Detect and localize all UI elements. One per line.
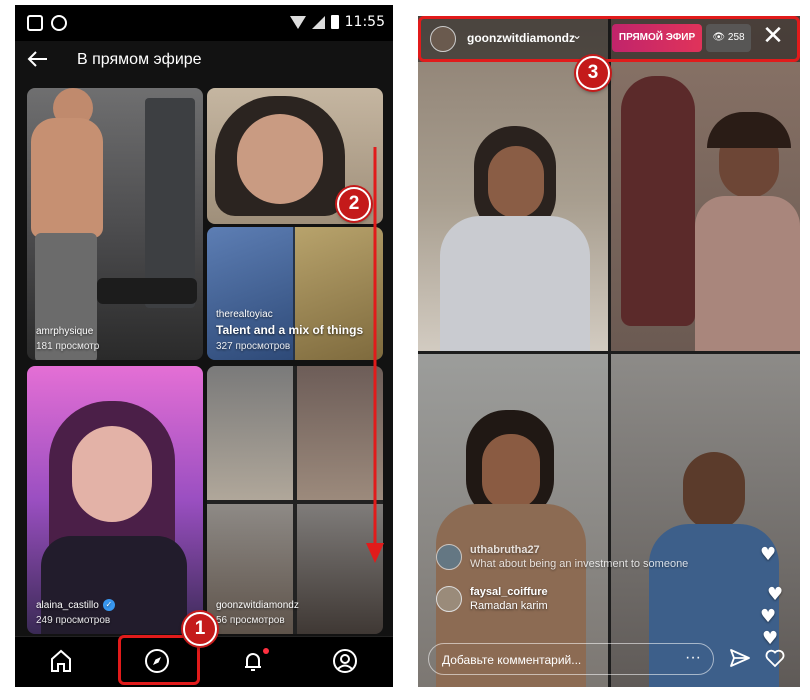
comment-avatar [436, 586, 462, 612]
comment-input[interactable]: Добавьте комментарий... ··· [428, 643, 714, 675]
comment-username: uthabrutha27 [470, 544, 540, 556]
tile-views: 249 просмотров [36, 615, 111, 626]
notification-shazam-icon [51, 15, 67, 31]
tile-username: alaina_castillo ✓ [36, 599, 115, 611]
tile-title: Talent and a mix of things [216, 323, 364, 337]
person-torso [31, 118, 103, 238]
annotation-badge-2: 2 [337, 187, 371, 221]
live-tile-therealtoyiac[interactable]: therealtoyiac Talent and a mix of things… [207, 227, 383, 360]
status-bar: 11:55 [15, 5, 393, 41]
highlight-live-header [418, 16, 800, 62]
person-face [72, 426, 152, 522]
live-tile-alaina-castillo[interactable]: alaina_castillo ✓ 249 просмотров [27, 366, 203, 634]
person-hoodie [440, 216, 590, 351]
wifi-icon [289, 15, 306, 29]
back-arrow-icon[interactable] [25, 46, 53, 76]
floating-heart-icon: ♥ [760, 606, 777, 627]
comment-text: What about being an investment to someon… [470, 558, 689, 570]
comment-item: uthabrutha27 What about being an investm… [436, 544, 688, 570]
person-face [482, 434, 540, 510]
person-2-hair [707, 112, 791, 148]
explore-live-screen: 11:55 В прямом эфире amrphysique 181 про… [15, 5, 393, 687]
floating-heart-icon: ♥ [760, 544, 777, 565]
send-icon[interactable] [728, 646, 752, 670]
tile-views: 181 просмотр [36, 341, 100, 352]
highlight-compass [118, 635, 200, 685]
top-bar: В прямом эфире [15, 41, 393, 81]
video-feed-2 [611, 16, 800, 351]
person-face [237, 114, 323, 204]
comment-placeholder: Добавьте комментарий... [442, 653, 582, 667]
page-title: В прямом эфире [77, 51, 202, 68]
live-tile-goonzwitdiamondz[interactable]: goonzwitdiamondz 56 просмотров [207, 366, 383, 634]
annotation-badge-3: 3 [576, 56, 610, 90]
person-1 [621, 76, 695, 326]
video-feed-3 [418, 354, 608, 687]
tile-views: 56 просмотров [216, 615, 285, 626]
battery-icon [330, 15, 339, 29]
live-stream-screen: goonzwitdiamondz ⌄ ПРЯМОЙ ЭФИР 👁 258 ✕ u… [418, 16, 800, 687]
home-icon[interactable] [47, 647, 79, 679]
comment-text: Ramadan karim [470, 600, 548, 612]
status-time: 11:55 [344, 14, 385, 30]
gym-machine [145, 98, 195, 308]
tile-views: 327 просмотров [216, 341, 291, 352]
profile-icon[interactable] [331, 647, 363, 679]
notification-dot [263, 648, 269, 654]
bench [97, 278, 197, 304]
floating-heart-icon: ♥ [767, 584, 784, 605]
notification-tv-icon [27, 15, 43, 31]
live-tile-amrphysique[interactable]: amrphysique 181 просмотр [27, 88, 203, 360]
tile-username: therealtoyiac [216, 309, 273, 320]
tile-username: amrphysique [36, 326, 94, 337]
signal-icon [311, 15, 325, 29]
person-head [683, 452, 745, 530]
person-2-body [695, 196, 800, 351]
bell-icon[interactable] [239, 647, 271, 679]
comment-avatar [436, 544, 462, 570]
comment-username: faysal_coiffure [470, 586, 548, 598]
live-grid: amrphysique 181 просмотр therealtoyiac T… [15, 81, 393, 636]
heart-icon[interactable] [763, 646, 787, 670]
annotation-badge-1: 1 [183, 612, 217, 646]
comment-item: faysal_coiffure Ramadan karim [436, 586, 548, 612]
person-face [488, 146, 544, 218]
verified-badge-icon: ✓ [102, 599, 115, 611]
feed-cell-1 [207, 366, 293, 500]
tile-username: goonzwitdiamondz [216, 600, 299, 611]
more-options-icon[interactable]: ··· [685, 649, 701, 667]
